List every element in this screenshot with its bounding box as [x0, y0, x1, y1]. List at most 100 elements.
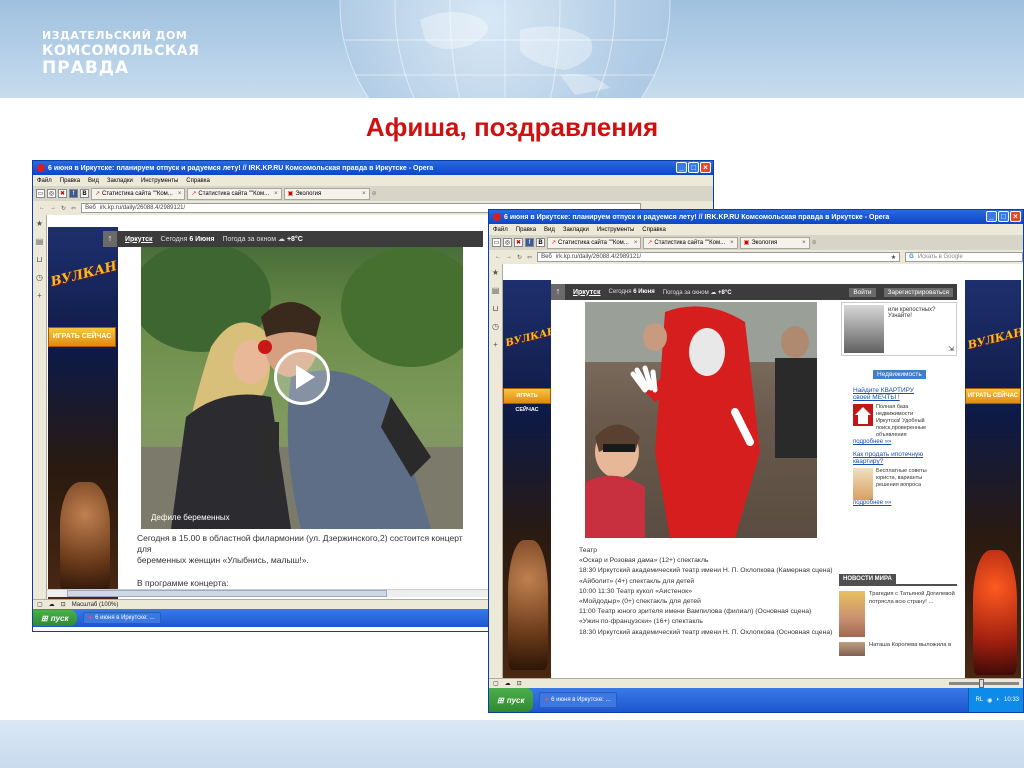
home-icon[interactable]: ⇦ — [527, 254, 532, 261]
notes-icon[interactable]: ▤ — [36, 237, 44, 246]
page-icon[interactable]: ▭ — [492, 238, 501, 247]
tab-close-icon[interactable]: × — [362, 191, 366, 197]
teaser-widget[interactable]: или крепостных? Узнайте! ⇲ — [841, 302, 957, 356]
register-button[interactable]: Зарегистрироваться — [883, 287, 953, 297]
history-icon[interactable]: ◷ — [36, 273, 43, 282]
menu-file[interactable]: Файл — [493, 227, 508, 233]
speeddial-icon[interactable]: ⊡ — [517, 680, 522, 687]
zoom-slider[interactable] — [949, 679, 1019, 688]
forward-icon[interactable]: → — [506, 254, 512, 260]
new-tab-icon[interactable]: ⊕ — [812, 239, 817, 246]
bookmark-star-icon[interactable]: ★ — [891, 254, 896, 261]
star-icon[interactable]: ★ — [492, 268, 499, 277]
play-button[interactable] — [274, 349, 330, 405]
menu-tools[interactable]: Инструменты — [597, 227, 634, 233]
volume-icon[interactable]: ◐ — [996, 697, 1000, 703]
reload-icon[interactable]: ↻ — [517, 254, 522, 261]
globe-icon[interactable]: ◎ — [47, 189, 56, 198]
home-icon[interactable]: ⇦ — [71, 205, 76, 212]
minimize-button[interactable]: _ — [676, 162, 687, 173]
taskbar-item[interactable]: ● 6 июня в Иркутске: ... — [538, 692, 617, 708]
back-icon[interactable]: ← — [39, 205, 45, 211]
scroll-up-icon[interactable]: ↑ — [103, 231, 117, 247]
cloud-icon[interactable]: ☁ — [49, 601, 55, 608]
menu-edit[interactable]: Правка — [60, 178, 80, 184]
globe-icon[interactable]: ◎ — [503, 238, 512, 247]
back-icon[interactable]: ← — [495, 254, 501, 260]
blog-icon[interactable]: B — [536, 238, 545, 247]
tab-close-icon[interactable]: × — [634, 240, 638, 246]
casino-ad-banner[interactable]: ВУЛКАН ИГРАТЬ СЕЙЧАС — [48, 227, 118, 599]
ad-cta-button[interactable]: ИГРАТЬ СЕЙЧАС — [965, 388, 1021, 404]
casino-ad-banner-left[interactable]: ВУЛКАН ИГРАТЬ СЕЙЧАС — [503, 280, 551, 678]
plus-icon[interactable]: + — [493, 340, 498, 349]
zoom-slider-thumb[interactable] — [979, 679, 984, 688]
scrollbar-thumb[interactable] — [67, 590, 387, 597]
start-button[interactable]: ⊞ пуск — [489, 688, 533, 712]
tab-stats-1[interactable]: ↗ Статистика сайта ""Ком... × — [91, 187, 186, 200]
tab-stats-1[interactable]: ↗ Статистика сайта ""Ком... × — [547, 236, 642, 249]
tab-close-icon[interactable]: × — [178, 191, 182, 197]
url-field[interactable]: Веб irk.kp.ru/daily/26088.4/2989121/ ★ — [537, 252, 901, 262]
blog-icon[interactable]: B — [80, 189, 89, 198]
tab-close-icon[interactable]: × — [274, 191, 278, 197]
tab-ecology[interactable]: ▣ Экология × — [283, 187, 370, 200]
facebook-icon[interactable]: f — [525, 238, 534, 247]
scroll-up-icon[interactable]: ↑ — [551, 284, 565, 300]
cloud-icon[interactable]: ☁ — [505, 680, 511, 687]
maximize-button[interactable]: □ — [688, 162, 699, 173]
menu-edit[interactable]: Правка — [516, 227, 536, 233]
tab-close-icon[interactable]: × — [730, 240, 734, 246]
ad-cta-button[interactable]: ИГРАТЬ СЕЙЧАС — [48, 327, 116, 347]
search-field[interactable]: G Искать в Google — [905, 252, 1023, 262]
close-button[interactable]: × — [700, 162, 711, 173]
panel-toggle-icon[interactable]: ▢ — [493, 680, 499, 687]
realty-link-2[interactable]: Как продать ипотечную квартиру? — [853, 451, 933, 465]
tab-close-icon[interactable]: × — [802, 240, 806, 246]
downloads-icon[interactable]: ⊔ — [492, 304, 498, 313]
menu-view[interactable]: Вид — [544, 227, 555, 233]
video-player[interactable]: Дефиле беременных — [141, 247, 463, 529]
minimize-button[interactable]: _ — [986, 211, 997, 222]
news-item[interactable]: Наташа Королева выложила в — [839, 642, 957, 656]
tab-ecology[interactable]: ▣ Экология × — [739, 236, 810, 249]
tab-stats-2[interactable]: ↗ Статистика сайта ""Ком... × — [643, 236, 738, 249]
maximize-button[interactable]: □ — [998, 211, 1009, 222]
realty-more-1[interactable]: подробнее »» — [853, 439, 933, 445]
menu-tools[interactable]: Инструменты — [141, 178, 178, 184]
menu-view[interactable]: Вид — [88, 178, 99, 184]
realty-more-2[interactable]: подробнее »» — [853, 500, 933, 506]
menu-help[interactable]: Справка — [186, 178, 210, 184]
history-icon[interactable]: ◷ — [492, 322, 499, 331]
panel-toggle-icon[interactable]: ▢ — [37, 601, 43, 608]
menu-help[interactable]: Справка — [642, 227, 666, 233]
menu-bookmarks[interactable]: Закладки — [107, 178, 133, 184]
downloads-icon[interactable]: ⊔ — [36, 255, 42, 264]
plus-icon[interactable]: + — [37, 291, 42, 300]
casino-ad-banner-right[interactable]: ВУЛКАН ИГРАТЬ СЕЙЧАС — [965, 280, 1021, 678]
reload-icon[interactable]: ↻ — [61, 205, 66, 212]
notes-icon[interactable]: ▤ — [492, 286, 500, 295]
facebook-icon[interactable]: f — [69, 189, 78, 198]
forward-icon[interactable]: → — [50, 205, 56, 211]
page-icon[interactable]: ▭ — [36, 189, 45, 198]
scroll-arrow-icon[interactable]: ⇲ — [948, 345, 954, 353]
language-indicator[interactable]: RL — [975, 697, 983, 703]
network-icon[interactable]: ◉ — [987, 697, 992, 704]
taskbar-item[interactable]: ● 6 июня в Иркутске: ... — [82, 612, 161, 624]
menu-file[interactable]: Файл — [37, 178, 52, 184]
news-item[interactable]: Трагедия с Татьяной Догилевой потрясла в… — [839, 591, 957, 637]
ad-cta-button[interactable]: ИГРАТЬ СЕЙЧАС — [503, 388, 551, 413]
menu-bookmarks[interactable]: Закладки — [563, 227, 589, 233]
new-tab-icon[interactable]: ⊕ — [372, 190, 377, 197]
zoom-scale[interactable]: Масштаб (100%) — [72, 602, 119, 608]
city-link[interactable]: Иркутск — [573, 289, 601, 296]
city-link[interactable]: Иркутск — [125, 236, 153, 243]
pin-icon[interactable]: ✖ — [514, 238, 523, 247]
star-icon[interactable]: ★ — [36, 219, 43, 228]
login-button[interactable]: Войти — [849, 287, 876, 297]
tab-stats-2[interactable]: ↗ Статистика сайта ""Ком... × — [187, 187, 282, 200]
pin-icon[interactable]: ✖ — [58, 189, 67, 198]
speeddial-icon[interactable]: ⊡ — [61, 601, 66, 608]
close-button[interactable]: × — [1010, 211, 1021, 222]
